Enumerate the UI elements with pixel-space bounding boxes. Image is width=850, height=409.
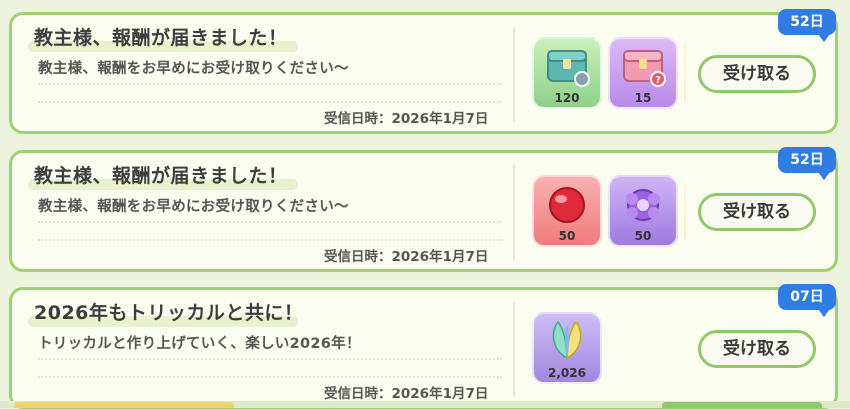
vertical-divider [513, 27, 515, 122]
mail-title-wrap: 教主様、報酬が届きました！ [28, 161, 298, 190]
vertical-divider [513, 302, 515, 397]
reward-items: 2,026 [520, 304, 686, 392]
reward-quantity: 50 [634, 229, 652, 243]
days-left-badge: 07日 [778, 284, 836, 317]
mail-body: トリッカルと作り上げていく、楽しい2026年！ [38, 336, 361, 352]
reward-item[interactable] [684, 37, 686, 109]
teal-treasure-box-icon [547, 50, 590, 87]
divider-line [38, 101, 502, 103]
mail-title: 2026年もトリッカルと共に！ [34, 302, 304, 324]
divider-line [38, 221, 502, 223]
days-left-badge: 52日 [778, 9, 836, 42]
reward-quantity: 120 [554, 91, 580, 105]
reward-item[interactable]: 50 [608, 175, 678, 247]
claim-button[interactable]: 受け取る [698, 55, 816, 93]
mail-card: 2026年もトリッカルと共に！ トリッカルと作り上げていく、楽しい2026年！ … [9, 284, 838, 409]
reward-items: 120 ? 15 [520, 29, 686, 117]
reward-item[interactable]: ? 15 [608, 37, 678, 109]
pink-treasure-box-icon: ? [623, 50, 666, 87]
mail-title: 教主様、報酬が届きました！ [34, 27, 288, 49]
reward-quantity: 2,026 [548, 366, 586, 380]
vertical-divider [513, 165, 515, 260]
divider-line [38, 358, 502, 360]
reward-item[interactable] [684, 175, 686, 247]
next-card-edge-left [14, 402, 234, 408]
reward-item[interactable]: 120 [532, 37, 602, 109]
mail-title: 教主様、報酬が届きました！ [34, 165, 288, 187]
reward-quantity: 15 [634, 91, 652, 105]
divider-line [38, 239, 502, 241]
claim-button[interactable]: 受け取る [698, 330, 816, 368]
mail-list: 教主様、報酬が届きました！ 教主様、報酬をお早めにお受け取りください～ 受信日時… [0, 0, 850, 409]
mail-card: 教主様、報酬が届きました！ 教主様、報酬をお早めにお受け取りください～ 受信日時… [9, 147, 838, 272]
mail-title-wrap: 教主様、報酬が届きました！ [28, 23, 298, 52]
purple-crystal-icon [626, 189, 660, 221]
mail-card: 教主様、報酬が届きました！ 教主様、報酬をお早めにお受け取りください～ 受信日時… [9, 9, 838, 134]
mail-title-wrap: 2026年もトリッカルと共に！ [28, 298, 304, 327]
received-date: 受信日時：2026年1月7日 [324, 249, 489, 265]
reward-items: 50 50 [520, 167, 686, 255]
reward-quantity: 50 [558, 229, 576, 243]
mail-body: 教主様、報酬をお早めにお受け取りください～ [38, 61, 349, 77]
received-date: 受信日時：2026年1月7日 [324, 386, 489, 402]
divider-line [38, 83, 502, 85]
reward-item[interactable]: 50 [532, 175, 602, 247]
days-left-badge: 52日 [778, 147, 836, 180]
mail-body: 教主様、報酬をお早めにお受け取りください～ [38, 199, 349, 215]
red-orb-icon [549, 187, 585, 223]
divider-line [38, 376, 502, 378]
rainbow-leaf-icon [552, 320, 582, 360]
received-date: 受信日時：2026年1月7日 [324, 111, 489, 127]
next-card-edge-right [662, 402, 822, 408]
reward-item[interactable]: 2,026 [532, 312, 602, 384]
claim-button[interactable]: 受け取る [698, 193, 816, 231]
svg-text:?: ? [655, 75, 661, 86]
